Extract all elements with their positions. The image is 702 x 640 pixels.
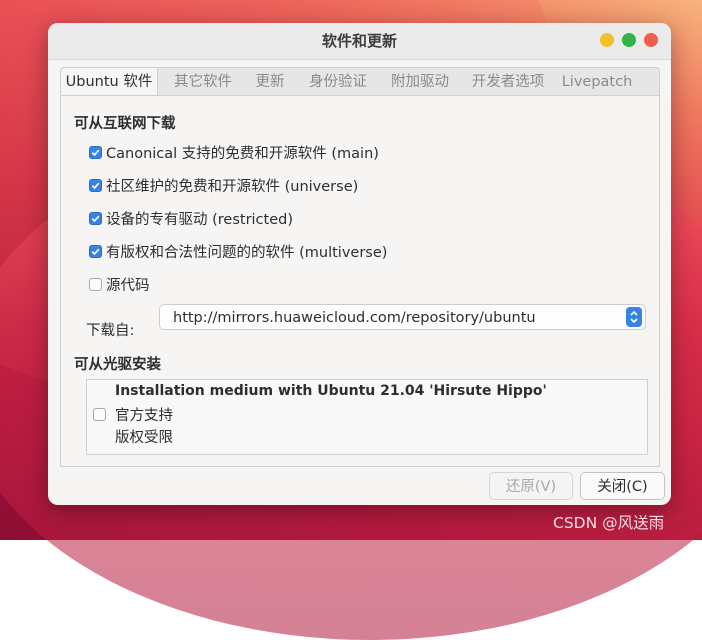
option-main[interactable]: Canonical 支持的免费和开源软件 (main) — [89, 142, 379, 162]
internet-section-heading: 可从互联网下载 — [74, 116, 176, 132]
checkbox-unchecked-icon[interactable] — [93, 408, 106, 421]
revert-button[interactable]: 还原(V) — [489, 472, 573, 500]
option-label: 社区维护的免费和开源软件 (universe) — [106, 178, 359, 195]
tab-other-software[interactable]: 其它软件 — [164, 68, 242, 96]
checkbox-checked-icon[interactable] — [89, 178, 102, 192]
updown-arrows-icon[interactable] — [626, 307, 642, 327]
option-label: 源代码 — [106, 277, 150, 294]
option-multiverse[interactable]: 有版权和合法性问题的的软件 (multiverse) — [89, 241, 387, 261]
tab-ubuntu-software[interactable]: Ubuntu 软件 — [61, 68, 158, 96]
option-label: Canonical 支持的免费和开源软件 (main) — [106, 145, 379, 162]
medium-line-2: 官方支持 — [115, 408, 173, 424]
tab-additional-drivers[interactable]: 附加驱动 — [381, 68, 459, 96]
checkbox-unchecked-icon[interactable] — [89, 277, 102, 291]
checkbox-checked-icon[interactable] — [89, 244, 102, 258]
minimize-button[interactable] — [600, 33, 614, 47]
checkbox-checked-icon[interactable] — [89, 145, 102, 159]
tab-livepatch[interactable]: Livepatch — [558, 68, 636, 96]
medium-title: Installation medium with Ubuntu 21.04 'H… — [115, 383, 547, 399]
tab-authentication[interactable]: 身份验证 — [299, 68, 377, 96]
dialog-shadow: 软件和更新 Ubuntu 软件 其它软件 更新 身份验证 附加驱动 开发者选项 … — [48, 23, 671, 505]
tab-developer-options[interactable]: 开发者选项 — [462, 68, 554, 96]
tab-bar: Ubuntu 软件 其它软件 更新 身份验证 附加驱动 开发者选项 Livepa… — [60, 67, 660, 96]
close-button[interactable]: 关闭(C) — [580, 472, 665, 500]
option-source-code[interactable]: 源代码 — [89, 274, 150, 294]
option-restricted[interactable]: 设备的专有驱动 (restricted) — [89, 208, 293, 228]
cdrom-list: Installation medium with Ubuntu 21.04 'H… — [86, 379, 648, 455]
tab-panel: 可从互联网下载 Canonical 支持的免费和开源软件 (main) 社区维护… — [60, 95, 660, 467]
maximize-button[interactable] — [622, 33, 636, 47]
download-from-label: 下载自: — [86, 323, 135, 339]
window-title: 软件和更新 — [321, 32, 397, 50]
close-window-button[interactable] — [644, 33, 658, 47]
titlebar: 软件和更新 — [48, 23, 671, 60]
option-label: 有版权和合法性问题的的软件 (multiverse) — [106, 244, 388, 261]
medium-line-3: 版权受限 — [115, 430, 173, 446]
option-label: 设备的专有驱动 (restricted) — [106, 211, 293, 228]
software-updates-window: 软件和更新 Ubuntu 软件 其它软件 更新 身份验证 附加驱动 开发者选项 … — [48, 23, 671, 505]
download-server-select[interactable]: http://mirrors.huaweicloud.com/repositor… — [159, 304, 646, 330]
download-server-value: http://mirrors.huaweicloud.com/repositor… — [173, 310, 536, 326]
tab-updates[interactable]: 更新 — [247, 68, 293, 96]
cdrom-section-heading: 可从光驱安装 — [74, 357, 161, 373]
option-universe[interactable]: 社区维护的免费和开源软件 (universe) — [89, 175, 358, 195]
checkbox-checked-icon[interactable] — [89, 211, 102, 225]
watermark-text: CSDN @风送雨 — [553, 514, 665, 532]
